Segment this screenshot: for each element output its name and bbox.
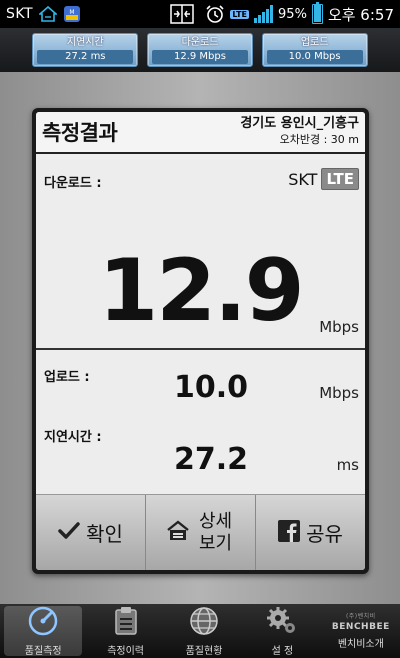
download-value: 12.9 [98, 241, 304, 341]
result-header: 측정결과 경기도 용인시_기흥구 오차반경 : 30 m [36, 112, 365, 154]
summary-latency: 지연시간 27.2 ms [32, 33, 139, 67]
speedometer-icon [27, 606, 59, 639]
data-transfer-icon [170, 4, 195, 24]
result-values: 다운로드 : SKT LTE 12.9 Mbps 업로드 : 10.0 Mbps… [36, 154, 365, 499]
benchbee-logo-name: BENCHBEE [331, 622, 390, 632]
latency-unit: ms [336, 456, 359, 474]
detail-view-button[interactable]: 상세 보기 [146, 495, 256, 570]
summary-latency-value: 27.2 ms [37, 50, 134, 64]
confirm-label: 확인 [86, 522, 123, 546]
checkmark-icon [58, 521, 80, 545]
summary-latency-label: 지연시간 [66, 37, 104, 48]
summary-download-label: 다운로드 [181, 37, 219, 48]
status-bar: SKT M LTE 95% 오후 6:57 [0, 0, 400, 28]
gears-icon [266, 606, 298, 639]
detail-label-line1: 상세 [198, 510, 233, 532]
summary-download-value: 12.9 Mbps [151, 50, 248, 64]
bottom-tab-bar: 품질측정 측정이력 품질현황 설 정 (주)벤치비 BENCHBEE 벤치비소개 [0, 604, 400, 658]
result-card-body: 측정결과 경기도 용인시_기흥구 오차반경 : 30 m 다운로드 : SKT … [36, 112, 365, 570]
tab-quality-status[interactable]: 품질현황 [165, 604, 243, 658]
tab-measure-history[interactable]: 측정이력 [86, 604, 164, 658]
tab-label: 품질현황 [185, 645, 223, 657]
app-notification-icon: M [63, 5, 81, 23]
tab-benchbee-about[interactable]: (주)벤치비 BENCHBEE 벤치비소개 [322, 604, 400, 658]
share-label: 공유 [306, 522, 343, 546]
tab-quality-measure[interactable]: 품질측정 [4, 606, 83, 657]
summary-upload-value: 10.0 Mbps [266, 50, 363, 64]
summary-upload-label: 업로드 [300, 37, 329, 48]
tab-label: 측정이력 [107, 645, 145, 657]
tab-settings[interactable]: 설 정 [243, 604, 321, 658]
detail-label-line2: 보기 [198, 532, 233, 554]
tab-label: 품질측정 [24, 645, 62, 657]
upload-value: 10.0 [173, 370, 249, 405]
result-title: 측정결과 [42, 121, 118, 145]
download-unit: Mbps [319, 318, 359, 336]
clipboard-icon [113, 606, 139, 639]
location-info: 경기도 용인시_기흥구 오차반경 : 30 m [240, 116, 359, 148]
detail-label: 상세 보기 [196, 511, 236, 555]
facebook-icon [278, 519, 301, 546]
result-divider [36, 348, 365, 350]
location-region: 경기도 용인시_기흥구 [240, 116, 359, 131]
summary-upload: 업로드 10.0 Mbps [261, 33, 368, 67]
status-clock: 오후 6:57 [327, 5, 394, 24]
summary-header: 지연시간 27.2 ms 다운로드 12.9 Mbps 업로드 10.0 Mbp… [0, 28, 400, 72]
signal-strength-icon [254, 5, 274, 23]
carrier-tag: SKT LTE [288, 168, 359, 190]
tab-label: 설 정 [271, 645, 294, 657]
house-list-icon [166, 519, 190, 546]
summary-download: 다운로드 12.9 Mbps [146, 33, 253, 67]
result-card: 측정결과 경기도 용인시_기흥구 오차반경 : 30 m 다운로드 : SKT … [32, 108, 369, 574]
svg-text:M: M [69, 9, 74, 16]
network-badge: LTE [321, 168, 359, 190]
latency-value: 27.2 [173, 442, 249, 477]
benchbee-logo: (주)벤치비 BENCHBEE [332, 612, 390, 632]
error-radius: 오차반경 : 30 m [279, 133, 359, 146]
upload-label: 업로드 : [44, 370, 90, 385]
status-carrier: SKT [6, 6, 34, 22]
latency-label: 지연시간 : [44, 430, 102, 445]
download-label: 다운로드 : [44, 176, 102, 191]
share-button[interactable]: 공유 [256, 495, 365, 570]
globe-icon [189, 606, 219, 639]
battery-icon [311, 2, 323, 24]
carrier-name: SKT [288, 169, 318, 189]
network-type-badge: LTE [230, 9, 250, 19]
tab-label: 벤치비소개 [337, 639, 384, 650]
action-bar: 확인 상세 보기 공유 [36, 494, 365, 570]
confirm-button[interactable]: 확인 [36, 495, 146, 570]
upload-unit: Mbps [319, 384, 359, 402]
home-icon [39, 6, 58, 22]
benchbee-logo-small: (주)벤치비 [345, 613, 376, 620]
battery-percent: 95% [278, 6, 307, 22]
alarm-clock-icon [205, 4, 225, 24]
